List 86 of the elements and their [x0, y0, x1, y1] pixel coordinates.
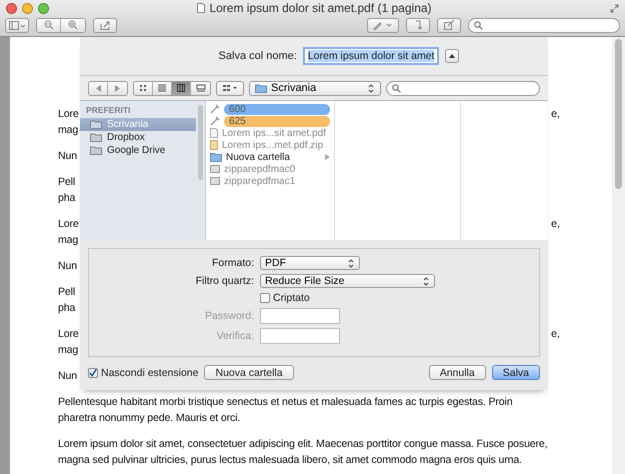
sidebar-icon [9, 20, 25, 30]
scrollbar[interactable] [612, 37, 625, 474]
annotate-button[interactable] [367, 18, 399, 32]
grid-icon [138, 83, 148, 93]
archive-icon [210, 140, 218, 150]
hide-extension-checkbox[interactable]: Nascondi estensione [88, 366, 198, 378]
share-icon [100, 20, 110, 30]
folder-icon [90, 120, 102, 129]
cancel-button[interactable]: Annulla [428, 365, 486, 380]
paragraph: Lore mag [58, 217, 79, 248]
share-button[interactable] [93, 18, 117, 32]
paragraph: Nun [58, 369, 77, 384]
back-icon [96, 84, 100, 92]
pencil-icon [373, 20, 393, 30]
tag-icon [210, 116, 220, 126]
cover-flow-button[interactable] [191, 82, 210, 94]
triangle-icon [449, 54, 456, 58]
arrange-button[interactable] [216, 80, 244, 96]
collapse-button[interactable] [445, 49, 460, 63]
checkmark-icon [89, 368, 97, 376]
new-folder-button[interactable]: Nuova cartella [204, 365, 294, 380]
disclosure-arrow-icon [325, 154, 330, 160]
document-icon [197, 3, 206, 13]
folder-icon [210, 152, 222, 162]
folder-icon [90, 133, 102, 142]
forward-icon [115, 84, 120, 92]
edit-icon [444, 20, 454, 30]
icon-view-button[interactable] [134, 82, 153, 94]
paragraph: Pellentesque habitant morbi tristique senectus et netus et malesuada fames ac turpis egestas. Proin pharetra nonummy pede. Mauris et orci. [58, 395, 512, 426]
arrange-icon [222, 84, 238, 92]
folder-icon [255, 84, 267, 92]
quartz-filter-label: Filtro quartz: [194, 275, 254, 287]
fullscreen-icon[interactable] [610, 4, 619, 12]
location-popup[interactable]: Scrivania [249, 80, 381, 96]
paragraph: Lorem ipsum dolor sit amet, consectetuer adipiscing elit. Maecenas porttitor congue massa. Fusce posuere, magna sed pulvinar ultricies, purus lectus malesuada libero, sit amet commodo magna eros quis urna. [58, 437, 548, 468]
format-popup[interactable]: PDF [260, 256, 360, 270]
zoom-out-button[interactable] [37, 18, 61, 32]
paragraph: Lore mag [58, 107, 79, 138]
format-label: Formato: [210, 257, 254, 269]
text-fragment: e, [551, 217, 560, 232]
search-icon [392, 84, 401, 92]
zoom-in-icon [68, 20, 78, 30]
columns-icon [176, 83, 186, 93]
text-fragment: e, [551, 327, 560, 342]
paragraph: Nun [58, 259, 77, 274]
text-fragment: e, [551, 107, 560, 122]
zoom-button[interactable] [38, 2, 49, 14]
forward-button[interactable] [108, 82, 127, 94]
encrypt-checkbox[interactable]: Criptato [260, 292, 539, 304]
save-button[interactable]: Salva [492, 365, 540, 380]
edit-button[interactable] [437, 18, 461, 32]
verify-label: Verifica: [216, 330, 254, 342]
chevrons-icon [367, 84, 375, 92]
back-button[interactable] [89, 82, 108, 94]
zoom-in-button[interactable] [61, 18, 85, 32]
paragraph: Nun [58, 149, 77, 164]
document-icon [210, 128, 218, 138]
minimize-button[interactable] [22, 2, 33, 14]
zoom-out-icon [44, 20, 54, 30]
rotate-button[interactable] [406, 18, 430, 32]
search-field[interactable] [386, 80, 540, 96]
name-label: Salva col nome: [218, 50, 297, 62]
rotate-icon [414, 20, 422, 30]
quartz-filter-popup[interactable]: Reduce File Size [260, 274, 435, 288]
sidebar-button[interactable] [5, 18, 29, 32]
close-button[interactable] [6, 2, 17, 14]
sidebar-header: PREFERITI [85, 105, 132, 117]
window-title: Lorem ipsum dolor sit amet.pdf (1 pagina) [209, 1, 432, 15]
file-item[interactable]: Nuova cartella [206, 151, 334, 163]
list-icon [157, 83, 167, 93]
list-view-button[interactable] [153, 82, 172, 94]
cover-flow-icon [196, 83, 206, 93]
chevrons-icon [347, 258, 355, 268]
sidebar-item[interactable]: Dropbox [80, 131, 196, 144]
tag-icon [210, 104, 220, 114]
column-view-button[interactable] [172, 82, 191, 94]
chevrons-icon [422, 276, 430, 286]
paragraph: Pell pha [58, 285, 76, 316]
sidebar-item[interactable]: Google Drive [80, 144, 196, 157]
search-icon [474, 20, 483, 30]
search-field[interactable] [468, 18, 620, 32]
folder-icon [90, 146, 102, 155]
paragraph: Lore mag [58, 327, 79, 358]
name-field[interactable]: Lorem ipsum dolor sit amet [302, 47, 440, 65]
paragraph: Pell pha [58, 175, 76, 206]
password-label: Password: [204, 310, 254, 322]
